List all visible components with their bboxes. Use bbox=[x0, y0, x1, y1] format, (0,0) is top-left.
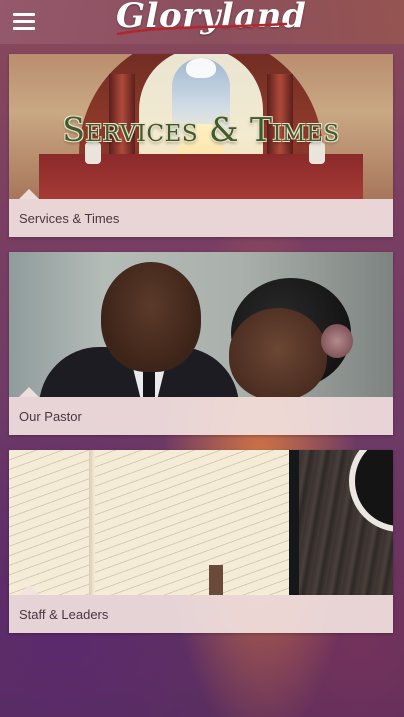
caption-pointer-icon bbox=[19, 189, 39, 199]
menu-bar-top bbox=[13, 13, 35, 16]
bookmark-ribbon bbox=[209, 565, 223, 595]
card-label: Services & Times bbox=[19, 211, 120, 226]
notebook-page bbox=[9, 450, 289, 595]
logo-swoosh-icon bbox=[116, 22, 288, 36]
services-times-image: Services & Times bbox=[9, 54, 393, 199]
our-pastor-image bbox=[9, 252, 393, 397]
card-label: Our Pastor bbox=[19, 409, 82, 424]
card-caption: Staff & Leaders bbox=[9, 585, 393, 633]
notebook-spine bbox=[89, 450, 95, 595]
services-times-image-title: Services & Times bbox=[62, 110, 340, 149]
card-caption: Services & Times bbox=[9, 189, 393, 237]
menu-bar-bottom bbox=[13, 27, 35, 30]
card-our-pastor[interactable]: Our Pastor bbox=[9, 252, 393, 435]
hamburger-menu-icon[interactable] bbox=[13, 11, 35, 31]
card-staff-leaders[interactable]: Staff & Leaders bbox=[9, 450, 393, 633]
card-label: Staff & Leaders bbox=[19, 607, 109, 622]
hair-flower bbox=[321, 324, 353, 358]
dove-icon bbox=[186, 58, 216, 78]
staff-leaders-image bbox=[9, 450, 393, 595]
card-caption: Our Pastor bbox=[9, 387, 393, 435]
app-logo[interactable]: Gloryland bbox=[116, 0, 306, 42]
woman-portrait bbox=[229, 308, 327, 397]
menu-bar-middle bbox=[13, 20, 35, 23]
pastor-portrait bbox=[101, 262, 201, 372]
app-header: Gloryland bbox=[0, 0, 404, 44]
card-services-times[interactable]: Services & Times Services & Times bbox=[9, 54, 393, 237]
caption-pointer-icon bbox=[19, 585, 39, 595]
caption-pointer-icon bbox=[19, 387, 39, 397]
